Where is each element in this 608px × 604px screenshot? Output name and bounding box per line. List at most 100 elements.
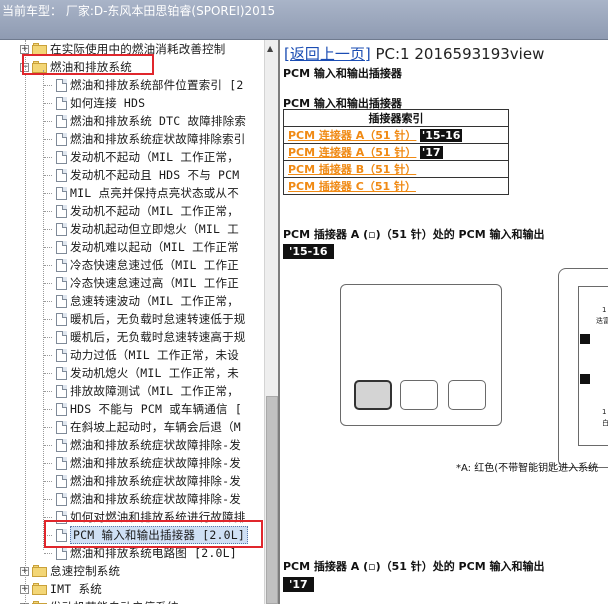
tree-doc-item[interactable]: 在斜坡上起动时，车辆会后退（M	[44, 418, 241, 436]
tree-item-label: 燃油和排放系统部件位置索引 [2	[70, 78, 244, 92]
document-icon	[56, 132, 67, 146]
tree-connector-line	[44, 265, 52, 266]
tree-doc-item[interactable]: 燃油和排放系统症状故障排除-发	[44, 436, 241, 454]
document-icon	[56, 420, 67, 434]
tree-item-label: 燃油和排放系统症状故障排除-发	[70, 438, 241, 452]
tree-connector-line	[44, 157, 52, 158]
tree-doc-item[interactable]: 燃油和排放系统症状故障排除索引	[44, 130, 246, 148]
tree-doc-item[interactable]: 暖机后，无负载时怠速转速低于规	[44, 310, 246, 328]
tree-doc-item[interactable]: 冷态快速怠速过低（MIL 工作正	[44, 256, 239, 274]
document-icon	[56, 474, 67, 488]
tree-doc-item[interactable]: 发动机不起动（MIL 工作正常，	[44, 148, 239, 166]
tree-connector-line	[44, 517, 52, 518]
document-icon	[56, 402, 67, 416]
tree-doc-item[interactable]: 排放故障测试（MIL 工作正常，	[44, 382, 239, 400]
tree-item-label: IMT 系统	[50, 582, 102, 596]
tree-doc-item[interactable]: 怠速转速波动（MIL 工作正常，	[44, 292, 239, 310]
tree-connector-line	[44, 139, 52, 140]
tree-connector-line	[44, 391, 52, 392]
tree-doc-item[interactable]: 燃油和排放系统症状故障排除-发	[44, 490, 241, 508]
tree-connector-line	[44, 247, 52, 248]
tree-connector-line	[44, 193, 52, 194]
tree-doc-item[interactable]: 冷态快速怠速过高（MIL 工作正	[44, 274, 239, 292]
tree-connector-line	[44, 553, 52, 554]
tree-doc-item[interactable]: HDS 不能与 PCM 或车辆通信 [	[44, 400, 242, 418]
connector-link[interactable]: PCM 插接器 B（51 针）	[288, 163, 416, 176]
back-link[interactable]: [返回上一页]	[284, 45, 371, 63]
tree-folder-item[interactable]: + IMT 系统	[20, 580, 102, 598]
tree-folder-item[interactable]: + 怠速控制系统	[20, 562, 120, 580]
highlight-box-pcm-connector	[44, 520, 263, 548]
tree-connector-line	[44, 301, 52, 302]
tree-doc-item[interactable]: 发动机不起动且 HDS 不与 PCM	[44, 166, 239, 184]
tree-item-label: 暖机后，无负载时怠速转速高于规	[70, 330, 246, 344]
highlight-box-fuel-system	[22, 54, 154, 75]
connector-pin	[448, 380, 486, 410]
tree-doc-item[interactable]: 燃油和排放系统症状故障排除-发	[44, 472, 241, 490]
tree-guide-line	[43, 70, 44, 550]
document-icon	[56, 366, 67, 380]
connector-latch	[580, 374, 590, 384]
tree-doc-item[interactable]: 燃油和排放系统部件位置索引 [2	[44, 76, 244, 94]
tree-item-label: 暖机后，无负载时怠速转速低于规	[70, 312, 246, 326]
scroll-up-arrow-icon[interactable]: ▲	[267, 44, 273, 53]
document-icon	[56, 312, 67, 326]
document-icon	[56, 240, 67, 254]
year-badge: '17	[283, 577, 314, 592]
color-note: *A: 红色(不带智能钥匙进入系统	[456, 463, 599, 474]
tree-folder-item[interactable]: +发动机节能自动启停系统	[20, 598, 179, 604]
section-title-connector-a-17: PCM 插接器 A (▫)（51 针）处的 PCM 输入和输出	[283, 560, 545, 573]
tree-item-label: 燃油和排放系统症状故障排除-发	[70, 456, 241, 470]
tree-doc-item[interactable]: 燃油和排放系统症状故障排除-发	[44, 454, 241, 472]
connector-link[interactable]: PCM 连接器 A（51 针）	[288, 129, 416, 142]
tree-doc-item[interactable]: 发动机起动但立即熄火（MIL 工	[44, 220, 239, 238]
tree-doc-item[interactable]: 发动机熄火（MIL 工作正常，未	[44, 364, 239, 382]
tree-item-label: 发动机不起动（MIL 工作正常，	[70, 204, 239, 218]
year-tag: '17	[419, 146, 443, 159]
tree-item-label: 动力过低（MIL 工作正常，未设	[70, 348, 239, 362]
tree-connector-line	[44, 481, 52, 482]
pin-label: 1	[602, 306, 607, 314]
table-row: PCM 连接器 A（51 针） '15-16	[283, 126, 509, 144]
tree-doc-item[interactable]: MIL 点亮并保持点亮状态或从不	[44, 184, 239, 202]
year-badge: '15-16	[283, 244, 334, 259]
connector-link[interactable]: PCM 插接器 C（51 针）	[288, 180, 416, 193]
tree-item-label: 怠速转速波动（MIL 工作正常，	[70, 294, 239, 308]
scroll-thumb[interactable]	[266, 396, 278, 604]
folder-icon	[32, 565, 47, 577]
tree-item-label: 发动机节能自动启停系统	[50, 599, 179, 604]
pin-label: 迭富	[596, 317, 608, 325]
connector-link[interactable]: PCM 连接器 A（51 针）	[288, 146, 416, 159]
tree-item-label: 发动机起动但立即熄火（MIL 工	[70, 222, 239, 236]
tree-item-label: 在斜坡上起动时，车辆会后退（M	[70, 420, 241, 434]
tree-doc-item[interactable]: 发动机不起动（MIL 工作正常，	[44, 202, 239, 220]
tree-connector-line	[44, 319, 52, 320]
tree-connector-line	[44, 103, 52, 104]
tree-connector-line	[44, 499, 52, 500]
tree-doc-item[interactable]: 燃油和排放系统 DTC 故障排除索	[44, 112, 247, 130]
tree-item-label: HDS 不能与 PCM 或车辆通信 [	[70, 402, 242, 416]
tree-doc-item[interactable]: 发动机难以起动（MIL 工作正常	[44, 238, 239, 256]
tree-item-label: 燃油和排放系统 DTC 故障排除索	[70, 114, 247, 128]
tree-doc-item[interactable]: 暖机后，无负载时怠速转速高于规	[44, 328, 246, 346]
table-row: PCM 连接器 A（51 针） '17	[283, 143, 509, 161]
tree-item-label: 冷态快速怠速过低（MIL 工作正	[70, 258, 239, 272]
tree-item-label: 燃油和排放系统症状故障排除索引	[70, 132, 246, 146]
tree-item-label: 发动机不起动（MIL 工作正常，	[70, 150, 239, 164]
tree-connector-line	[44, 211, 52, 212]
document-icon	[56, 294, 67, 308]
table-header: 插接器索引	[283, 109, 509, 127]
section-title-connector-a: PCM 插接器 A (▫)（51 针）处的 PCM 输入和输出	[283, 228, 545, 241]
tree-item-label: 发动机熄火（MIL 工作正常，未	[70, 366, 239, 380]
tree-doc-item[interactable]: 动力过低（MIL 工作正常，未设	[44, 346, 239, 364]
year-tag: '15-16	[419, 129, 463, 142]
folder-icon	[32, 583, 47, 595]
connector-pin	[400, 380, 438, 410]
tree-scrollbar[interactable]: ▲	[264, 40, 278, 604]
document-icon	[56, 276, 67, 290]
tree-item-label: 冷态快速怠速过高（MIL 工作正	[70, 276, 239, 290]
document-icon	[56, 96, 67, 110]
tree-doc-item[interactable]: 如何连接 HDS	[44, 94, 145, 112]
tree-item-label: 发动机难以起动（MIL 工作正常	[70, 240, 239, 254]
document-icon	[56, 546, 67, 560]
